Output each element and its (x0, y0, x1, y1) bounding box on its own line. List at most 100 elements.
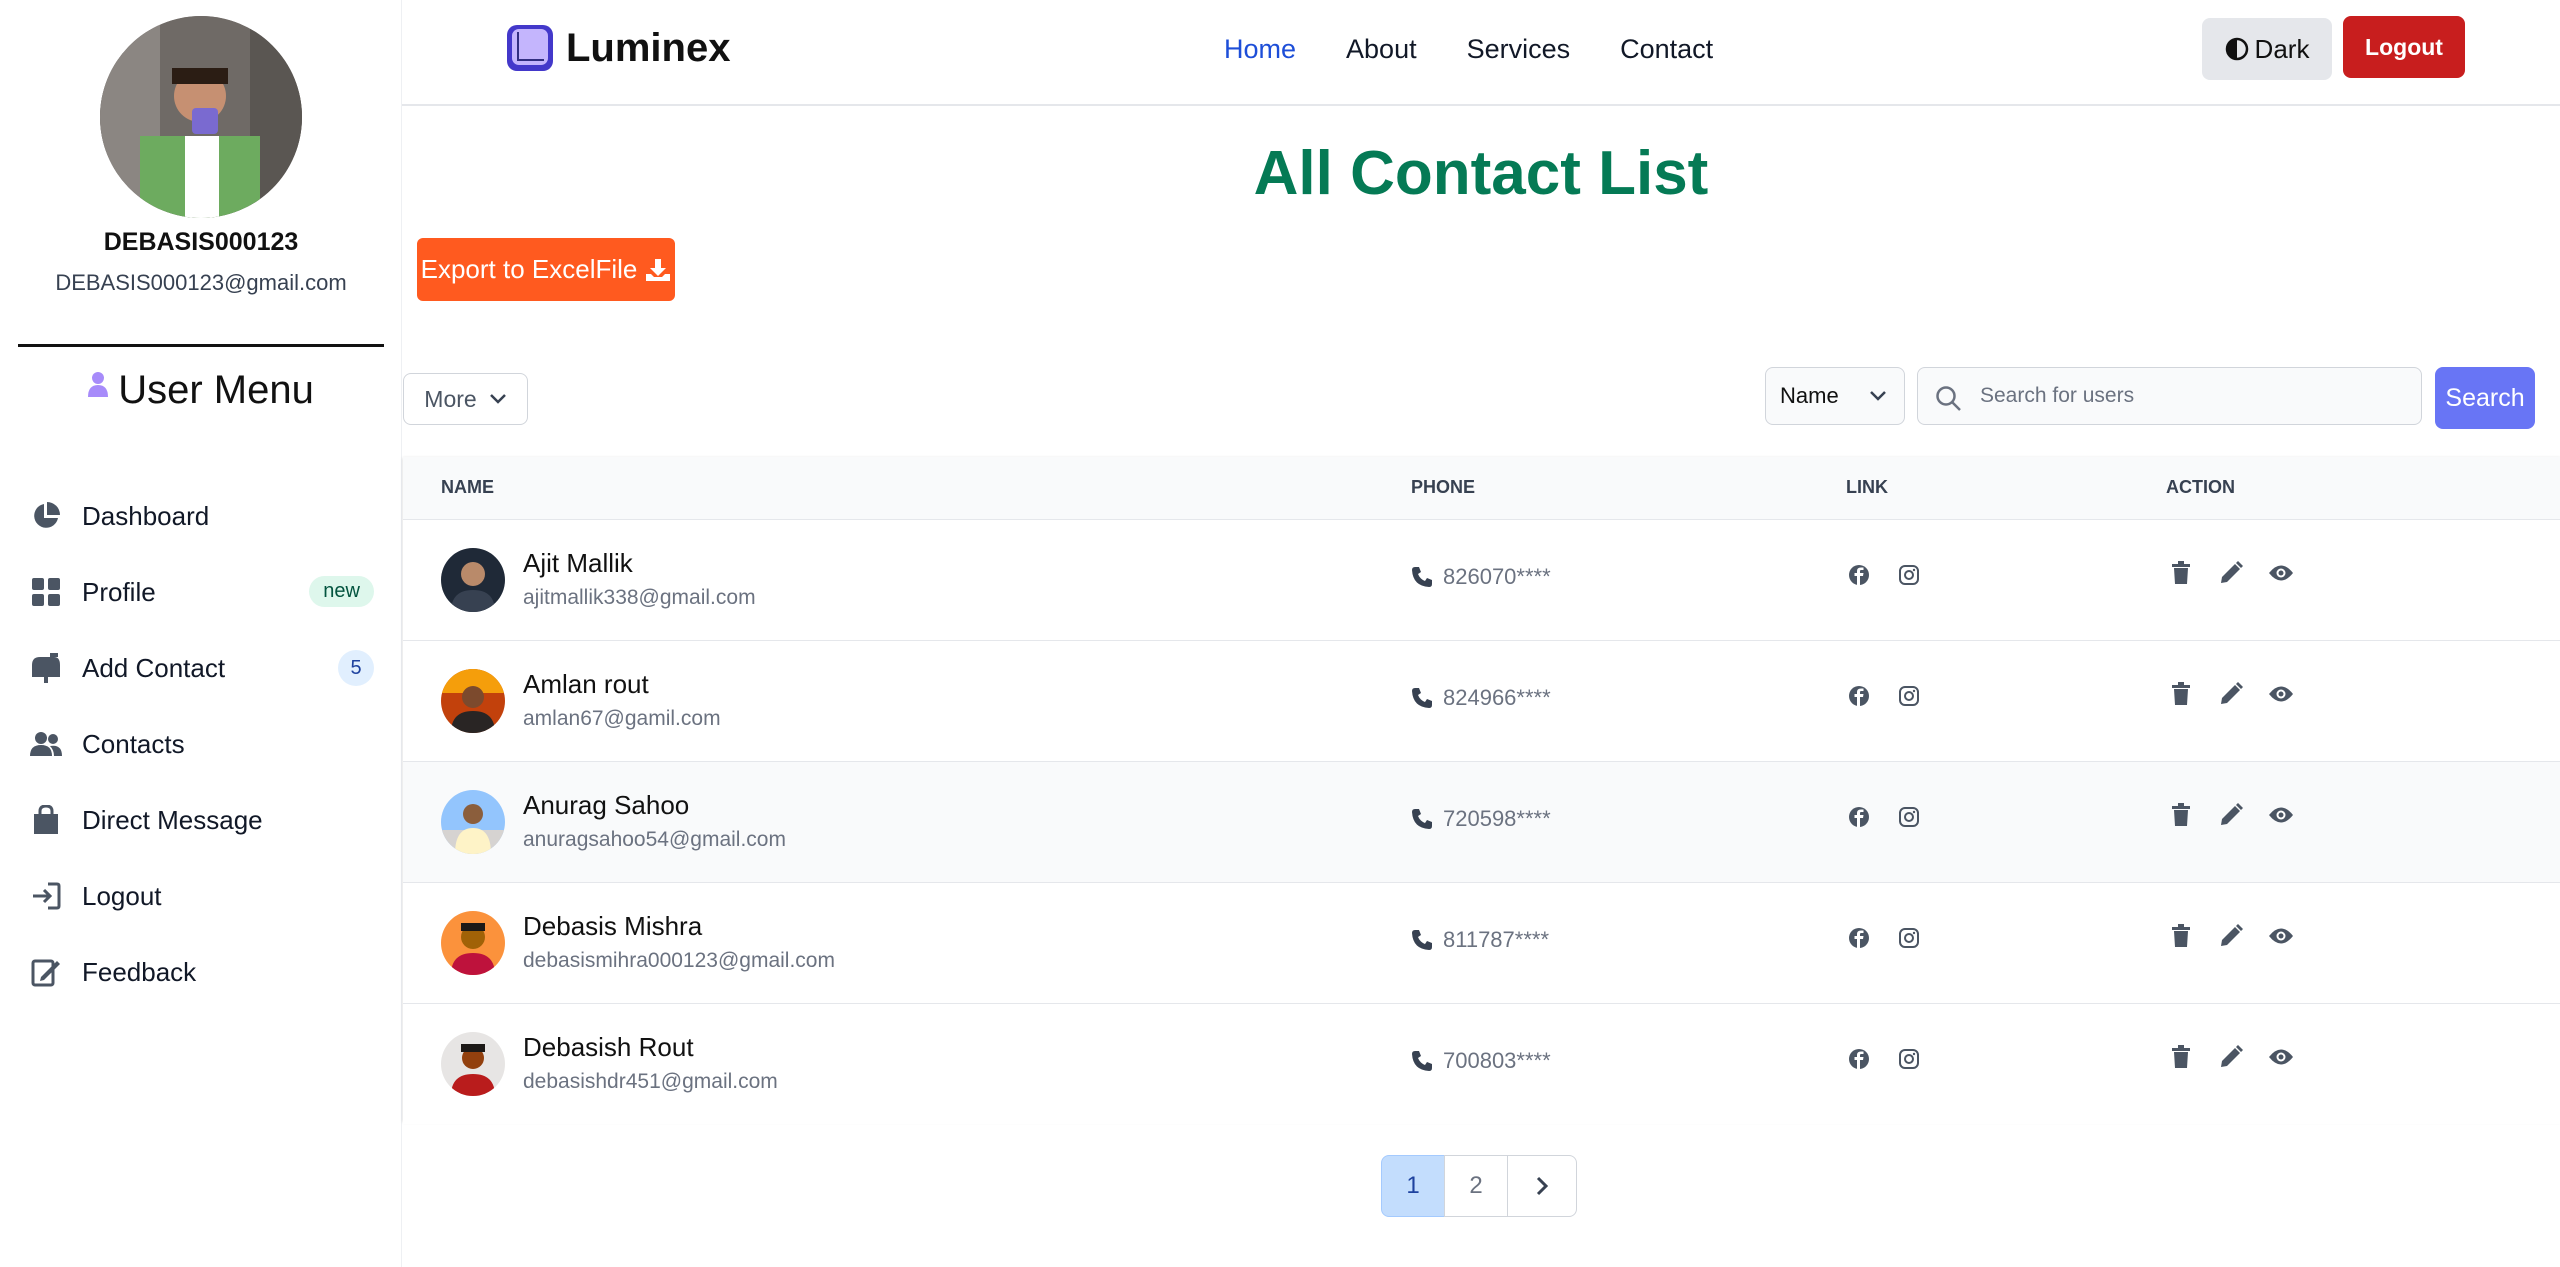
edit-pencil-icon[interactable] (2218, 560, 2244, 586)
edit-pencil-icon[interactable] (2218, 681, 2244, 707)
contact-avatar (441, 790, 505, 854)
sidebar-item-profile[interactable]: Profile new (28, 554, 374, 630)
sidebar-item-label: Profile (82, 576, 156, 607)
row-actions (2168, 802, 2294, 828)
table-header: Name Phone Link Action (403, 457, 2560, 519)
next-page-button[interactable] (1507, 1155, 1577, 1217)
contact-avatar (441, 911, 505, 975)
contact-email: debasishdr451@gmail.com (523, 1070, 778, 1093)
top-navbar: Luminex Home About Services Contact Dark… (402, 0, 2560, 106)
sidebar-item-dashboard[interactable]: Dashboard (28, 478, 374, 554)
user-name: DEBASIS000123 (103, 228, 299, 256)
page-button-2[interactable]: 2 (1444, 1155, 1508, 1217)
instagram-icon[interactable] (1896, 1046, 1922, 1072)
delete-icon[interactable] (2168, 923, 2194, 949)
column-header-phone: Phone (1411, 477, 1476, 497)
chevron-down-icon (489, 394, 506, 404)
logo-icon (507, 25, 553, 71)
view-eye-icon[interactable] (2268, 802, 2294, 828)
page-button-1[interactable]: 1 (1381, 1155, 1445, 1217)
view-eye-icon[interactable] (2268, 923, 2294, 949)
sidebar-item-label: Logout (82, 880, 162, 911)
nav-about-link[interactable]: About (1346, 34, 1417, 65)
brand-logo[interactable]: Luminex (506, 24, 730, 72)
row-actions (2168, 560, 2294, 586)
sidebar-item-feedback[interactable]: Feedback (28, 934, 374, 1010)
dark-mode-toggle[interactable]: Dark (2202, 18, 2332, 80)
more-label: More (424, 385, 477, 412)
instagram-icon[interactable] (1896, 804, 1922, 830)
search-icon (1936, 386, 1961, 411)
sidebar-divider (18, 344, 384, 347)
phone-icon (1412, 688, 1432, 708)
sidebar-item-direct-message[interactable]: Direct Message (28, 782, 374, 858)
social-links (1846, 562, 1922, 588)
search-button[interactable]: Search (2435, 367, 2535, 429)
nav-contact-link[interactable]: Contact (1620, 34, 1713, 65)
sidebar-item-contacts[interactable]: Contacts (28, 706, 374, 782)
more-dropdown[interactable]: More (403, 373, 528, 425)
phone-number: 811787**** (1443, 927, 1550, 952)
row-actions (2168, 1044, 2294, 1070)
phone-icon (1412, 567, 1432, 587)
facebook-icon[interactable] (1846, 804, 1872, 830)
nav-services-link[interactable]: Services (1467, 34, 1571, 65)
contact-email: debasismihra000123@gmail.com (523, 949, 835, 972)
facebook-icon[interactable] (1846, 562, 1872, 588)
instagram-icon[interactable] (1896, 683, 1922, 709)
bag-icon (28, 802, 64, 838)
view-eye-icon[interactable] (2268, 1044, 2294, 1070)
dark-label: Dark (2254, 33, 2310, 64)
edit-pencil-icon[interactable] (2218, 923, 2244, 949)
phone-icon (1412, 930, 1432, 950)
user-email: DEBASIS000123@gmail.com (55, 270, 347, 295)
contact-name: Anurag Sahoo (523, 790, 690, 820)
social-links (1846, 925, 1922, 951)
column-header-action: Action (2166, 477, 2235, 497)
user-menu-title: User Menu (118, 368, 314, 412)
edit-pencil-icon[interactable] (2218, 802, 2244, 828)
table-row: Amlan rout amlan67@gamil.com 824966**** (403, 640, 2560, 761)
edit-note-icon (28, 954, 64, 990)
contact-avatar (441, 1032, 505, 1096)
edit-pencil-icon[interactable] (2218, 1044, 2244, 1070)
facebook-icon[interactable] (1846, 1046, 1872, 1072)
phone-number: 700803**** (1443, 1048, 1551, 1073)
phone-number: 824966**** (1443, 685, 1551, 710)
view-eye-icon[interactable] (2268, 681, 2294, 707)
contact-email: anuragsahoo54@gmail.com (523, 828, 786, 851)
pagination: 1 2 (1381, 1155, 1577, 1217)
table-row: Debasish Rout debasishdr451@gmail.com 70… (403, 1003, 2560, 1124)
brand-name: Luminex (566, 25, 731, 70)
search-field-select[interactable]: Name (1765, 367, 1905, 425)
delete-icon[interactable] (2168, 1044, 2194, 1070)
row-actions (2168, 681, 2294, 707)
nav-home-link[interactable]: Home (1224, 34, 1296, 65)
contact-name: Ajit Mallik (523, 548, 633, 578)
sidebar: DEBASIS000123 DEBASIS000123@gmail.com Us… (0, 0, 402, 1267)
phone-icon (1412, 1051, 1432, 1071)
search-input[interactable] (1980, 368, 2410, 424)
sidebar-item-logout[interactable]: Logout (28, 858, 374, 934)
delete-icon[interactable] (2168, 802, 2194, 828)
page-title: All Contact List (1253, 139, 1709, 208)
table-row: Ajit Mallik ajitmallik338@gmail.com 8260… (403, 519, 2560, 640)
table-row: Anurag Sahoo anuragsahoo54@gmail.com 720… (403, 761, 2560, 882)
view-eye-icon[interactable] (2268, 560, 2294, 586)
social-links (1846, 1046, 1922, 1072)
delete-icon[interactable] (2168, 560, 2194, 586)
facebook-icon[interactable] (1846, 683, 1872, 709)
delete-icon[interactable] (2168, 681, 2194, 707)
sidebar-item-label: Direct Message (82, 804, 263, 835)
instagram-icon[interactable] (1896, 925, 1922, 951)
grid-icon (28, 574, 64, 610)
sidebar-item-add-contact[interactable]: Add Contact 5 (28, 630, 374, 706)
export-excel-button[interactable]: Export to ExcelFile (417, 238, 675, 301)
instagram-icon[interactable] (1896, 562, 1922, 588)
chevron-down-icon (1870, 391, 1886, 401)
logout-button[interactable]: Logout (2343, 16, 2465, 78)
facebook-icon[interactable] (1846, 925, 1872, 951)
chevron-right-icon (1536, 1176, 1549, 1196)
contact-phone: 824966**** (1411, 685, 1551, 711)
sidebar-menu: Dashboard Profile new Add Contact 5 Cont… (28, 478, 374, 1010)
